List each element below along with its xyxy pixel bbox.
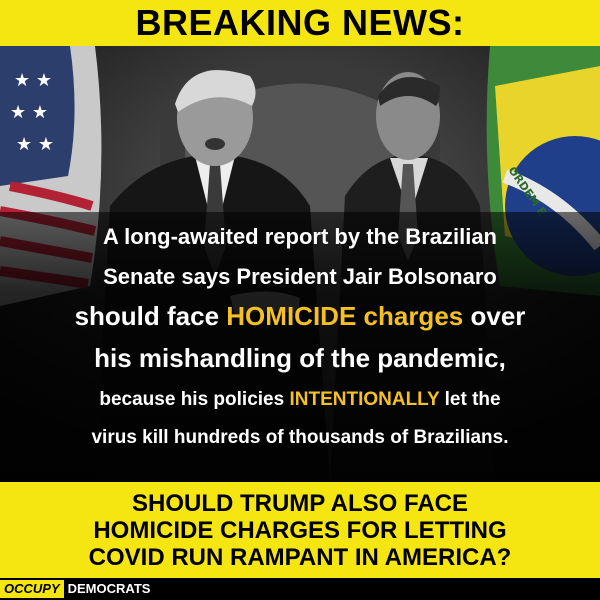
question-line-1: SHOULD TRUMP ALSO FACE xyxy=(131,489,468,517)
highlight-charges: charges xyxy=(363,301,464,331)
svg-text:★ ★: ★ ★ xyxy=(14,70,52,91)
caption-line-3-post: over xyxy=(463,301,526,331)
logo-democrats: DEMOCRATS xyxy=(67,581,151,596)
headline: BREAKING NEWS: xyxy=(135,2,465,43)
svg-text:★ ★: ★ ★ xyxy=(16,134,54,155)
top-banner: BREAKING NEWS: xyxy=(0,0,600,46)
caption-line-3-mid xyxy=(356,301,363,331)
caption-line-5-pre: because his policies xyxy=(99,389,290,410)
caption-line-6: virus kill hundreds of thousands of Braz… xyxy=(91,427,509,448)
logo-occupy: OCCUPY xyxy=(0,580,64,598)
highlight-homicide: HOMICIDE xyxy=(226,301,357,331)
question-line-3: COVID RUN RAMPANT IN AMERICA? xyxy=(88,543,512,571)
caption-line-1: A long-awaited report by the Brazilian xyxy=(102,224,497,249)
caption-line-2: Senate says President Jair Bolsonaro xyxy=(103,264,497,289)
caption-line-3-pre: should face xyxy=(74,301,227,331)
question-line-2: HOMICIDE CHARGES FOR LETTING xyxy=(93,516,507,544)
caption-panel: A long-awaited report by the Brazilian S… xyxy=(0,212,600,482)
caption-line-3: should face HOMICIDE charges over xyxy=(0,301,600,332)
caption-line-4: his mishandling of the pandemic, xyxy=(94,343,506,373)
caption-line-5-post: let the xyxy=(439,389,501,410)
caption-line-5: because his policies INTENTIONALLY let t… xyxy=(0,389,600,411)
svg-text:★ ★: ★ ★ xyxy=(10,102,48,123)
highlight-intentionally: INTENTIONALLY xyxy=(289,389,440,410)
brand-logo: OCCUPY DEMOCRATS xyxy=(0,580,150,598)
news-graphic: BREAKING NEWS: ★ ★ ★ ★ ★ ★ ORDEM E A lon… xyxy=(0,0,600,600)
question-banner: SHOULD TRUMP ALSO FACE HOMICIDE CHARGES … xyxy=(0,482,600,578)
